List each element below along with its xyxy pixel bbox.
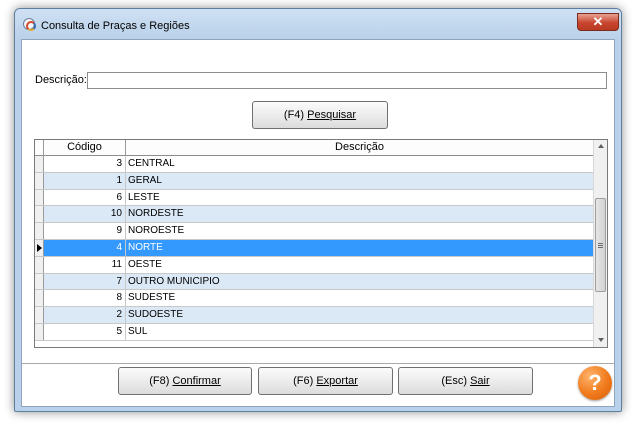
- footer-separator: [22, 363, 614, 364]
- description-cell: OESTE: [128, 258, 162, 270]
- search-button-label: Pesquisar: [307, 109, 357, 121]
- table-row[interactable]: 7 OUTRO MUNICIPIO: [35, 273, 593, 291]
- code-cell: 4: [44, 239, 126, 256]
- title-bar[interactable]: Consulta de Praças e Regiões ✕: [15, 9, 621, 39]
- table-row[interactable]: 8 SUDESTE: [35, 290, 593, 308]
- code-cell: 2: [44, 307, 126, 323]
- row-indicator-cell[interactable]: [35, 172, 44, 189]
- description-cell: SUDOESTE: [128, 309, 184, 321]
- table-row[interactable]: 4 NORTE: [35, 239, 593, 257]
- close-button[interactable]: ✕: [577, 13, 619, 31]
- confirm-button-label: Confirmar: [172, 375, 221, 387]
- table-row[interactable]: 6 LESTE: [35, 189, 593, 207]
- confirm-shortcut: (F8): [149, 375, 173, 387]
- code-cell: 11: [44, 256, 126, 273]
- table-row[interactable]: 3 CENTRAL: [35, 156, 593, 173]
- row-indicator-cell[interactable]: [35, 290, 44, 307]
- row-indicator-cell[interactable]: [35, 189, 44, 206]
- table-row[interactable]: 11 OESTE: [35, 256, 593, 274]
- table-row[interactable]: 10 NORDESTE: [35, 206, 593, 224]
- table-row[interactable]: 2 SUDOESTE: [35, 307, 593, 324]
- code-cell: 9: [44, 223, 126, 239]
- grid-header: Código Descrição: [35, 140, 593, 156]
- search-button[interactable]: (F4) Pesquisar: [252, 101, 388, 129]
- scroll-down-arrow-icon[interactable]: [598, 338, 604, 342]
- confirm-button[interactable]: (F8) Confirmar: [118, 367, 252, 395]
- export-button-label: Exportar: [316, 375, 358, 387]
- code-cell: 8: [44, 290, 126, 307]
- export-shortcut: (F6): [293, 375, 317, 387]
- table-row[interactable]: 9 NOROESTE: [35, 223, 593, 240]
- dialog-body: Descrição: (F4) Pesquisar Código Descriç…: [21, 39, 615, 407]
- row-pointer-icon: [37, 243, 42, 252]
- close-icon: ✕: [592, 14, 604, 29]
- header-code[interactable]: Código: [44, 140, 126, 156]
- exit-button[interactable]: (Esc) Sair: [398, 367, 533, 395]
- row-indicator-cell[interactable]: [35, 223, 44, 239]
- description-cell: SUL: [128, 325, 148, 337]
- description-cell: NOROESTE: [128, 225, 185, 237]
- dialog-window: Consulta de Praças e Regiões ✕ Descrição…: [14, 8, 622, 412]
- export-button[interactable]: (F6) Exportar: [258, 367, 393, 395]
- code-cell: 10: [44, 206, 126, 223]
- app-logo-icon: [23, 18, 36, 31]
- description-cell: SUDESTE: [128, 292, 176, 304]
- row-indicator-cell[interactable]: [35, 273, 44, 290]
- results-grid[interactable]: Código Descrição 3 CENTRAL 1 GERAL 6 LESTE 10 N…: [34, 139, 608, 348]
- help-button[interactable]: ?: [578, 366, 612, 400]
- code-cell: 3: [44, 156, 126, 172]
- description-cell: NORTE: [128, 241, 163, 253]
- row-indicator-cell[interactable]: [35, 239, 44, 256]
- description-input[interactable]: [87, 72, 607, 89]
- vertical-scrollbar[interactable]: [593, 140, 607, 347]
- grip-icon: [598, 243, 603, 248]
- description-cell: GERAL: [128, 174, 162, 186]
- scroll-up-arrow-icon[interactable]: [598, 144, 604, 148]
- exit-shortcut: (Esc): [441, 375, 471, 387]
- grid-rows: 3 CENTRAL 1 GERAL 6 LESTE 10 NORDESTE 9 NOROESTE 4…: [35, 156, 593, 341]
- code-cell: 6: [44, 189, 126, 206]
- exit-button-label: Sair: [470, 375, 490, 387]
- description-label: Descrição:: [35, 74, 87, 86]
- row-indicator-cell[interactable]: [35, 307, 44, 323]
- search-shortcut: (F4): [283, 109, 308, 121]
- scrollbar-thumb[interactable]: [595, 198, 606, 292]
- row-indicator-cell[interactable]: [35, 323, 44, 340]
- description-cell: NORDESTE: [128, 208, 184, 220]
- window-title: Consulta de Praças e Regiões: [41, 20, 190, 32]
- code-cell: 5: [44, 323, 126, 340]
- row-indicator-cell[interactable]: [35, 256, 44, 273]
- row-indicator-cell[interactable]: [35, 206, 44, 223]
- code-cell: 7: [44, 273, 126, 290]
- row-indicator-cell[interactable]: [35, 156, 44, 172]
- description-cell: CENTRAL: [128, 158, 175, 169]
- description-cell: OUTRO MUNICIPIO: [128, 275, 220, 287]
- header-indicator-cell: [35, 140, 44, 156]
- header-description[interactable]: Descrição: [126, 140, 593, 156]
- table-row[interactable]: 5 SUL: [35, 323, 593, 341]
- table-row[interactable]: 1 GERAL: [35, 172, 593, 190]
- description-cell: LESTE: [128, 191, 160, 203]
- code-cell: 1: [44, 172, 126, 189]
- help-icon: ?: [588, 370, 602, 395]
